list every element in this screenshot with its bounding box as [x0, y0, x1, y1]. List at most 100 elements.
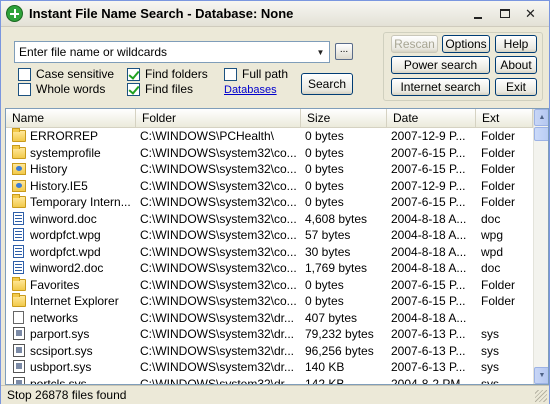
cell-date: 2007-6-15 P...: [391, 195, 466, 209]
search-button[interactable]: Search: [301, 73, 353, 95]
cell-date: 2007-6-15 P...: [391, 145, 466, 160]
about-button[interactable]: About: [495, 56, 537, 74]
table-row[interactable]: ERRORREP C:\WINDOWS\PCHealth\ 0 bytes 2007-…: [6, 128, 533, 145]
document-icon: [13, 261, 24, 274]
whole-words-label: Whole words: [36, 82, 106, 96]
cell-name: Internet Explorer: [30, 294, 119, 308]
cell-ext: doc: [481, 211, 501, 226]
whole-words-option[interactable]: Whole words: [18, 81, 105, 97]
cell-folder: C:\WINDOWS\system32\co...: [140, 195, 297, 209]
table-row[interactable]: winword.doc C:\WINDOWS\system32\co... 4,60…: [6, 211, 533, 228]
minimize-icon: [473, 16, 482, 19]
table-row[interactable]: wordpfct.wpd C:\WINDOWS\system32\co... 30 …: [6, 244, 533, 261]
folder-icon: [12, 128, 26, 142]
folder-icon: [12, 293, 26, 307]
scroll-down-icon[interactable]: ▼: [534, 367, 548, 384]
cell-size: 0 bytes: [305, 294, 344, 308]
column-header-ext[interactable]: Ext: [476, 109, 533, 128]
find-files-checkbox[interactable]: [127, 82, 140, 96]
find-files-option[interactable]: Find files: [127, 81, 193, 97]
close-button[interactable]: ✕: [520, 4, 541, 23]
case-sensitive-option[interactable]: Case sensitive: [18, 66, 114, 82]
list-header: Name Folder Size Date Ext: [6, 109, 533, 128]
cell-ext: sys: [481, 343, 499, 358]
status-bar: Stop 26878 files found: [1, 385, 549, 404]
cell-name: systemprofile: [30, 145, 101, 160]
close-icon: ✕: [525, 5, 536, 21]
chevron-down-icon[interactable]: ▼: [312, 42, 329, 62]
minimize-button[interactable]: [467, 4, 488, 23]
table-row[interactable]: parport.sys C:\WINDOWS\system32\dr... 79,2…: [6, 326, 533, 343]
help-button[interactable]: Help: [495, 35, 537, 53]
column-header-name[interactable]: Name: [6, 109, 136, 128]
list-rows: ERRORREP C:\WINDOWS\PCHealth\ 0 bytes 2007-…: [6, 128, 533, 385]
column-header-date[interactable]: Date: [387, 109, 476, 128]
cell-folder: C:\WINDOWS\system32\dr...: [140, 360, 295, 374]
app-logo-icon: [6, 5, 23, 22]
browse-button[interactable]: ...: [335, 43, 353, 60]
table-row[interactable]: usbport.sys C:\WINDOWS\system32\dr... 140 …: [6, 359, 533, 376]
vertical-scrollbar[interactable]: ▲ ▼: [533, 109, 548, 384]
scroll-thumb[interactable]: [534, 127, 548, 141]
find-folders-checkbox[interactable]: [127, 67, 140, 81]
find-folders-option[interactable]: Find folders: [127, 66, 208, 82]
power-search-button[interactable]: Power search: [391, 56, 490, 74]
cell-date: 2007-12-9 P...: [391, 178, 466, 193]
table-row[interactable]: systemprofile C:\WINDOWS\system32\co... 0 …: [6, 144, 533, 162]
full-path-option[interactable]: Full path: [224, 66, 288, 82]
table-row[interactable]: Temporary Intern... C:\WINDOWS\system32\c…: [6, 194, 533, 211]
options-button[interactable]: Options: [442, 35, 490, 53]
column-header-folder[interactable]: Folder: [136, 109, 301, 128]
find-folders-label: Find folders: [145, 67, 208, 81]
cell-date: 2004-8-2 PM...: [391, 376, 471, 385]
file-icon: [13, 310, 24, 324]
cell-name: Temporary Intern...: [30, 195, 131, 209]
cell-name: wordpfct.wpd: [30, 244, 101, 259]
table-row[interactable]: History.IE5 C:\WINDOWS\system32\co... 0 by…: [6, 178, 533, 195]
table-row[interactable]: scsiport.sys C:\WINDOWS\system32\dr... 96,…: [6, 343, 533, 360]
cell-date: 2007-6-13 P...: [391, 327, 466, 341]
cell-ext: Folder: [481, 195, 516, 209]
cell-size: 407 bytes: [305, 310, 358, 325]
search-combo[interactable]: ▼: [14, 41, 330, 63]
find-files-label: Find files: [145, 82, 194, 96]
whole-words-checkbox[interactable]: [18, 82, 31, 96]
table-row[interactable]: Favorites C:\WINDOWS\system32\co... 0 byte…: [6, 276, 533, 294]
table-row[interactable]: winword2.doc C:\WINDOWS\system32\co... 1,7…: [6, 260, 533, 277]
internet-search-button[interactable]: Internet search: [391, 78, 490, 96]
case-sensitive-checkbox[interactable]: [18, 67, 31, 81]
cell-size: 140 KB: [305, 360, 345, 374]
cell-ext: Folder: [481, 145, 516, 160]
table-row[interactable]: portcls.sys C:\WINDOWS\system32\dr... 142 …: [6, 376, 533, 385]
column-header-size[interactable]: Size: [301, 109, 387, 128]
cell-size: 0 bytes: [305, 195, 344, 209]
folder-icon: [12, 144, 26, 159]
maximize-button[interactable]: [494, 4, 515, 23]
cell-size: 0 bytes: [305, 162, 344, 176]
full-path-checkbox[interactable]: [224, 67, 237, 81]
cell-ext: Folder: [481, 178, 516, 193]
cell-name: History: [30, 162, 68, 176]
search-input[interactable]: [15, 42, 311, 62]
title-bar[interactable]: Instant File Name Search - Database: Non…: [1, 1, 549, 27]
resize-grip-icon[interactable]: [535, 390, 547, 402]
cell-folder: C:\WINDOWS\system32\co...: [140, 277, 297, 292]
table-row[interactable]: networks C:\WINDOWS\system32\dr... 407 byt…: [6, 310, 533, 327]
table-row[interactable]: wordpfct.wpg C:\WINDOWS\system32\co... 57 …: [6, 227, 533, 244]
scroll-up-icon[interactable]: ▲: [534, 109, 548, 126]
special-folder-icon: [12, 163, 26, 175]
cell-ext: sys: [481, 360, 499, 374]
exit-button[interactable]: Exit: [495, 78, 537, 96]
table-row[interactable]: History C:\WINDOWS\system32\co... 0 bytes 2…: [6, 161, 533, 178]
cell-folder: C:\WINDOWS\system32\dr...: [140, 376, 295, 385]
cell-name: Favorites: [30, 277, 80, 292]
folder-icon: [12, 194, 26, 208]
databases-link[interactable]: Databases: [224, 84, 277, 96]
results-list[interactable]: Name Folder Size Date Ext ERRORREP C:\WIN…: [5, 108, 549, 385]
cell-date: 2004-8-18 A...: [391, 310, 467, 325]
cell-folder: C:\WINDOWS\system32\co...: [140, 294, 297, 308]
rescan-button[interactable]: Rescan: [391, 35, 438, 53]
cell-folder: C:\WINDOWS\system32\co...: [140, 178, 297, 193]
table-row[interactable]: Internet Explorer C:\WINDOWS\system32\co.…: [6, 293, 533, 310]
cell-ext: Folder: [481, 162, 516, 176]
